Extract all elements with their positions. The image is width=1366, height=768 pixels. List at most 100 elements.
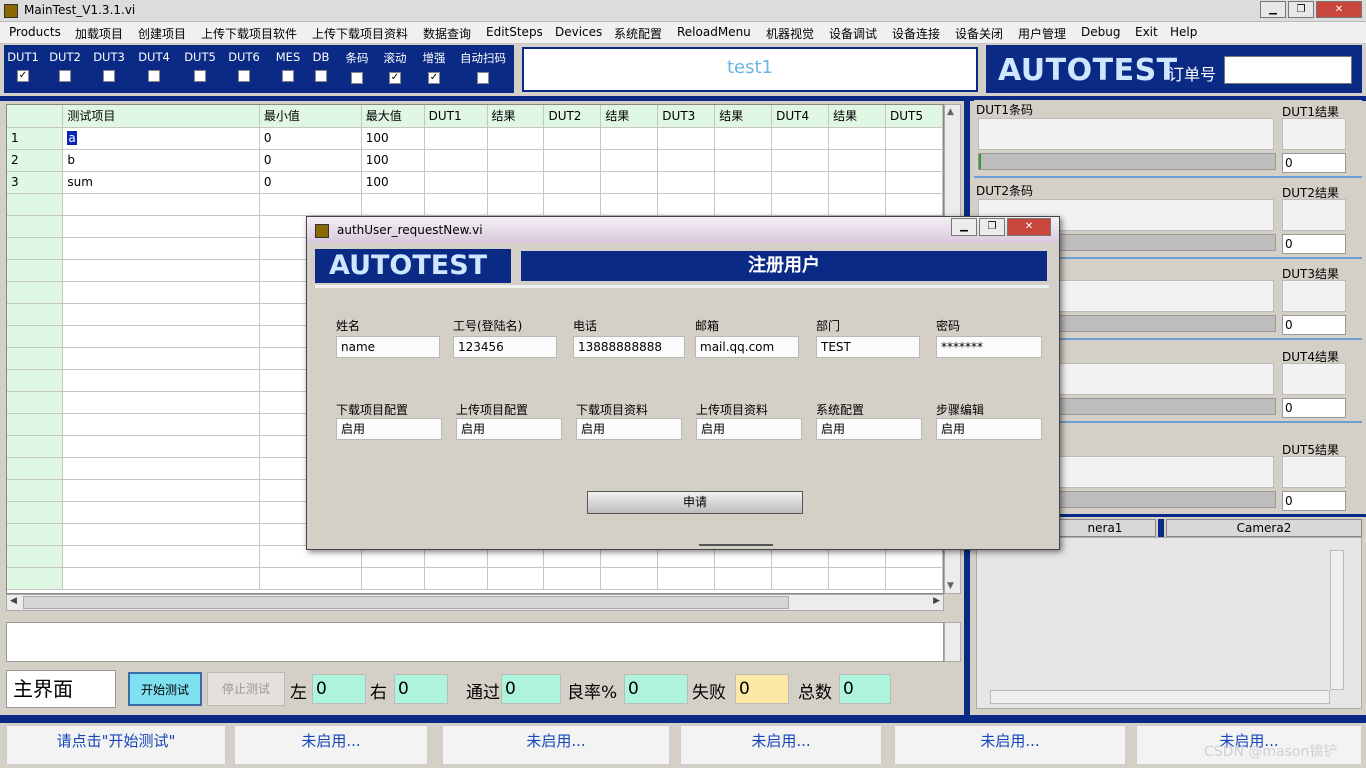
dut-result-value: 0 xyxy=(1282,234,1346,254)
dut-barcode-input[interactable] xyxy=(978,118,1274,150)
close-icon[interactable]: ✕ xyxy=(1316,1,1362,18)
dut-option[interactable]: DUT3 xyxy=(88,50,130,82)
checkbox-barcode[interactable] xyxy=(351,72,363,84)
maximize-icon[interactable]: ❐ xyxy=(1288,1,1314,18)
employee-id-input[interactable]: 123456 xyxy=(453,336,557,358)
perm-download-config-select[interactable]: 启用 xyxy=(336,418,442,440)
row-number: 1 xyxy=(7,127,64,150)
menu-device-connect[interactable]: 设备连接 xyxy=(892,25,940,42)
perm-system-config-select[interactable]: 启用 xyxy=(816,418,922,440)
dut-option[interactable]: DUT5 xyxy=(179,50,221,82)
checkbox-dut3[interactable] xyxy=(103,70,115,82)
status-dut5: 未启用... xyxy=(894,725,1126,765)
perm-upload-docs-select[interactable]: 启用 xyxy=(696,418,802,440)
cell-min[interactable]: 0 xyxy=(259,149,362,172)
table-row[interactable]: 3 sum 0 100 xyxy=(7,171,943,194)
message-scrollbar[interactable] xyxy=(944,622,961,662)
menu-editsteps[interactable]: EditSteps xyxy=(486,25,543,39)
checkbox-scroll[interactable]: ✓ xyxy=(389,72,401,84)
menu-products[interactable]: Products xyxy=(9,25,61,39)
department-input[interactable]: TEST xyxy=(816,336,920,358)
cell-max[interactable]: 100 xyxy=(361,127,425,150)
menu-system-config[interactable]: 系统配置 xyxy=(614,25,662,42)
test-name-display: test1 xyxy=(522,47,978,92)
perm-upload-config-select[interactable]: 启用 xyxy=(456,418,562,440)
menu-debug[interactable]: Debug xyxy=(1081,25,1120,39)
menu-machine-vision[interactable]: 机器视觉 xyxy=(766,25,814,42)
maximize-icon[interactable]: ❐ xyxy=(979,218,1005,236)
tab-camera1[interactable]: nera1 xyxy=(1054,519,1156,537)
checkbox-dut4[interactable] xyxy=(148,70,160,82)
table-row[interactable]: 2 b 0 100 xyxy=(7,149,943,172)
menu-load-project[interactable]: 加载项目 xyxy=(75,25,123,42)
start-test-button[interactable]: 开始测试 xyxy=(128,672,202,706)
menu-devices[interactable]: Devices xyxy=(555,25,602,39)
total-label: 总数 xyxy=(798,683,832,703)
dut-option[interactable]: DUT4 xyxy=(133,50,175,82)
cell-test-item[interactable]: b xyxy=(62,149,260,172)
cell-max[interactable]: 100 xyxy=(361,171,425,194)
dut-option[interactable]: DUT2 xyxy=(44,50,86,82)
menu-upload-download-software[interactable]: 上传下载项目软件 xyxy=(201,25,297,42)
checkbox-db[interactable] xyxy=(315,70,327,82)
dut-option[interactable]: DUT1 ✓ xyxy=(2,50,44,82)
minimize-icon[interactable]: ▁ xyxy=(1260,1,1286,18)
camera-horizontal-scrollbar[interactable] xyxy=(990,690,1330,704)
perm-step-edit-select[interactable]: 启用 xyxy=(936,418,1042,440)
dut-option[interactable]: 增强 ✓ xyxy=(413,50,455,84)
dut-option[interactable]: 条码 xyxy=(336,50,378,84)
table-row[interactable]: 1 a 0 100 xyxy=(7,127,943,150)
scroll-down-icon[interactable]: ▼ xyxy=(947,581,954,591)
table-row[interactable] xyxy=(7,567,943,590)
scroll-left-icon[interactable]: ◀ xyxy=(10,596,17,606)
minimize-icon[interactable]: ▁ xyxy=(951,218,977,236)
dut-result-indicator xyxy=(1282,363,1346,395)
dut-option[interactable]: 自动扫码 xyxy=(456,50,510,84)
camera-view[interactable] xyxy=(976,537,1362,709)
menu-user-management[interactable]: 用户管理 xyxy=(1018,25,1066,42)
menu-device-debug[interactable]: 设备调试 xyxy=(829,25,877,42)
dut-option[interactable]: 滚动 ✓ xyxy=(374,50,416,84)
close-icon[interactable]: ✕ xyxy=(1007,218,1051,236)
message-box[interactable] xyxy=(6,622,944,662)
password-input[interactable]: ******* xyxy=(936,336,1042,358)
menu-reloadmenu[interactable]: ReloadMenu xyxy=(677,25,751,39)
grid-horizontal-scrollbar[interactable]: ◀ ▶ xyxy=(6,594,944,611)
scroll-right-icon[interactable]: ▶ xyxy=(933,596,940,606)
apply-button[interactable]: 申请 xyxy=(587,491,803,514)
register-user-dialog: authUser_requestNew.vi ▁ ❐ ✕ AUTOTEST 注册… xyxy=(306,216,1060,550)
menu-upload-download-docs[interactable]: 上传下载项目资料 xyxy=(312,25,408,42)
menu-help[interactable]: Help xyxy=(1170,25,1197,39)
checkbox-dut5[interactable] xyxy=(194,70,206,82)
email-input[interactable]: mail.qq.com xyxy=(695,336,799,358)
dut-result-indicator xyxy=(1282,280,1346,312)
tab-camera2[interactable]: Camera2 xyxy=(1166,519,1362,537)
phone-input[interactable]: 13888888888 xyxy=(573,336,685,358)
checkbox-auto-scan[interactable] xyxy=(477,72,489,84)
scroll-up-icon[interactable]: ▲ xyxy=(947,107,954,117)
menu-device-close[interactable]: 设备关闭 xyxy=(955,25,1003,42)
checkbox-dut1[interactable]: ✓ xyxy=(17,70,29,82)
menu-exit[interactable]: Exit xyxy=(1135,25,1158,39)
perm-download-docs-select[interactable]: 启用 xyxy=(576,418,682,440)
separator xyxy=(699,544,773,546)
dut-option[interactable]: DUT6 xyxy=(223,50,265,82)
table-row[interactable] xyxy=(7,193,943,216)
camera-vertical-scrollbar[interactable] xyxy=(1330,550,1344,690)
cell-max[interactable]: 100 xyxy=(361,149,425,172)
menu-create-project[interactable]: 创建项目 xyxy=(138,25,186,42)
cell-min[interactable]: 0 xyxy=(259,127,362,150)
checkbox-enhance[interactable]: ✓ xyxy=(428,72,440,84)
name-input[interactable]: name xyxy=(336,336,440,358)
cell-test-item[interactable]: sum xyxy=(62,171,260,194)
scroll-thumb[interactable] xyxy=(23,596,789,609)
order-number-input[interactable] xyxy=(1224,56,1352,84)
checkbox-dut2[interactable] xyxy=(59,70,71,82)
row-number: 2 xyxy=(7,149,64,172)
checkbox-mes[interactable] xyxy=(282,70,294,82)
cell-min[interactable]: 0 xyxy=(259,171,362,194)
cell-test-item[interactable]: a xyxy=(62,127,260,150)
stop-test-button[interactable]: 停止测试 xyxy=(207,672,285,706)
menu-data-query[interactable]: 数据查询 xyxy=(423,25,471,42)
checkbox-dut6[interactable] xyxy=(238,70,250,82)
